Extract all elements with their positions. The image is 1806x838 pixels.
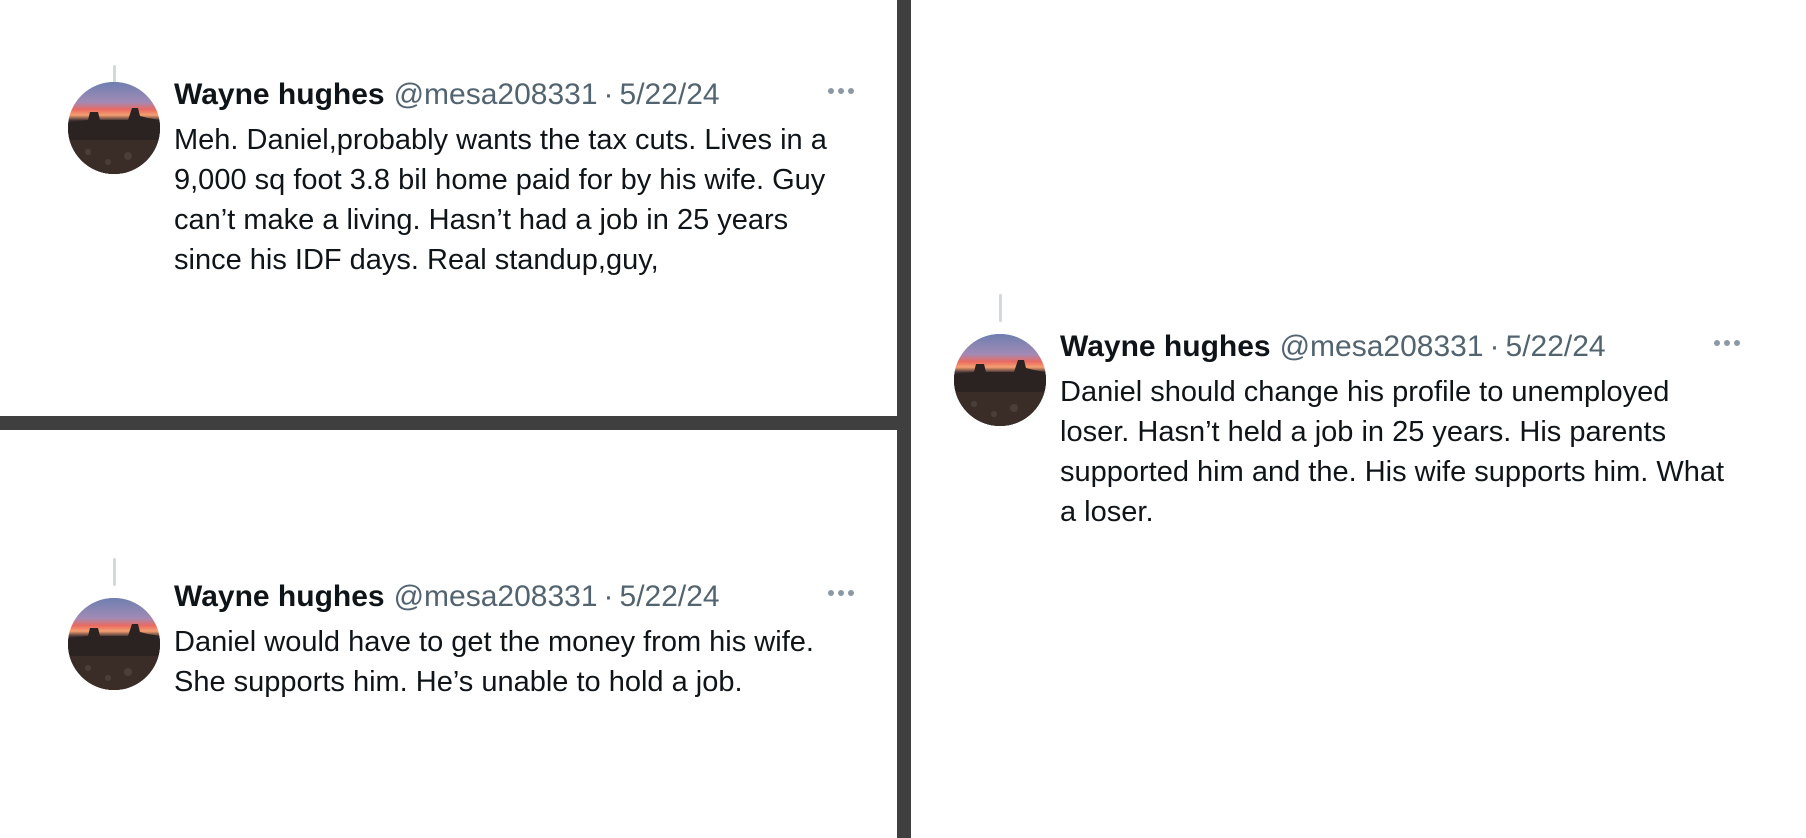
- tweet-date[interactable]: 5/22/24: [1506, 330, 1606, 364]
- author-name[interactable]: Wayne hughes: [1060, 330, 1271, 364]
- more-options-icon[interactable]: [1714, 340, 1740, 346]
- sunset-mesa-image: [68, 82, 160, 174]
- more-options-icon[interactable]: [828, 590, 854, 596]
- tweet-text: Daniel should change his profile to unem…: [1060, 376, 1725, 528]
- screenshot-panel-right: Wayne hughes @mesa208331 · 5/22/24 Danie…: [911, 0, 1806, 838]
- tweet-text: Daniel would have to get the money from …: [174, 626, 814, 698]
- tweet-content: Wayne hughes @mesa208331 · 5/22/24 Danie…: [1060, 330, 1740, 532]
- separator-dot: ·: [603, 78, 614, 111]
- author-name[interactable]: Wayne hughes: [174, 78, 385, 112]
- tweet-content: Wayne hughes @mesa208331 · 5/22/24 Meh. …: [174, 78, 854, 280]
- sunset-mesa-image: [954, 334, 1046, 426]
- collage-divider-horizontal: [0, 416, 897, 430]
- tweet-date[interactable]: 5/22/24: [620, 580, 720, 614]
- tweet-header: Wayne hughes @mesa208331 · 5/22/24: [174, 580, 854, 620]
- author-handle[interactable]: @mesa208331: [1280, 330, 1484, 364]
- avatar[interactable]: [68, 598, 160, 690]
- tweet-header: Wayne hughes @mesa208331 · 5/22/24: [174, 78, 854, 118]
- sunset-mesa-image: [68, 598, 160, 690]
- tweet-text: Meh. Daniel,probably wants the tax cuts.…: [174, 124, 827, 276]
- screenshot-panel-bottom-left: Wayne hughes @mesa208331 · 5/22/24 Danie…: [0, 430, 897, 838]
- author-name[interactable]: Wayne hughes: [174, 580, 385, 614]
- author-handle[interactable]: @mesa208331: [394, 78, 598, 112]
- tweet-date[interactable]: 5/22/24: [620, 78, 720, 112]
- avatar[interactable]: [68, 82, 160, 174]
- tweet-content: Wayne hughes @mesa208331 · 5/22/24 Danie…: [174, 580, 854, 702]
- thread-connector-line: [113, 558, 116, 586]
- collage-divider-vertical: [897, 0, 911, 838]
- avatar[interactable]: [954, 334, 1046, 426]
- screenshot-panel-top-left: Wayne hughes @mesa208331 · 5/22/24 Meh. …: [0, 0, 897, 416]
- more-options-icon[interactable]: [828, 88, 854, 94]
- author-handle[interactable]: @mesa208331: [394, 580, 598, 614]
- separator-dot: ·: [1489, 330, 1500, 363]
- tweet-header: Wayne hughes @mesa208331 · 5/22/24: [1060, 330, 1740, 370]
- thread-connector-line: [999, 294, 1002, 322]
- separator-dot: ·: [603, 580, 614, 613]
